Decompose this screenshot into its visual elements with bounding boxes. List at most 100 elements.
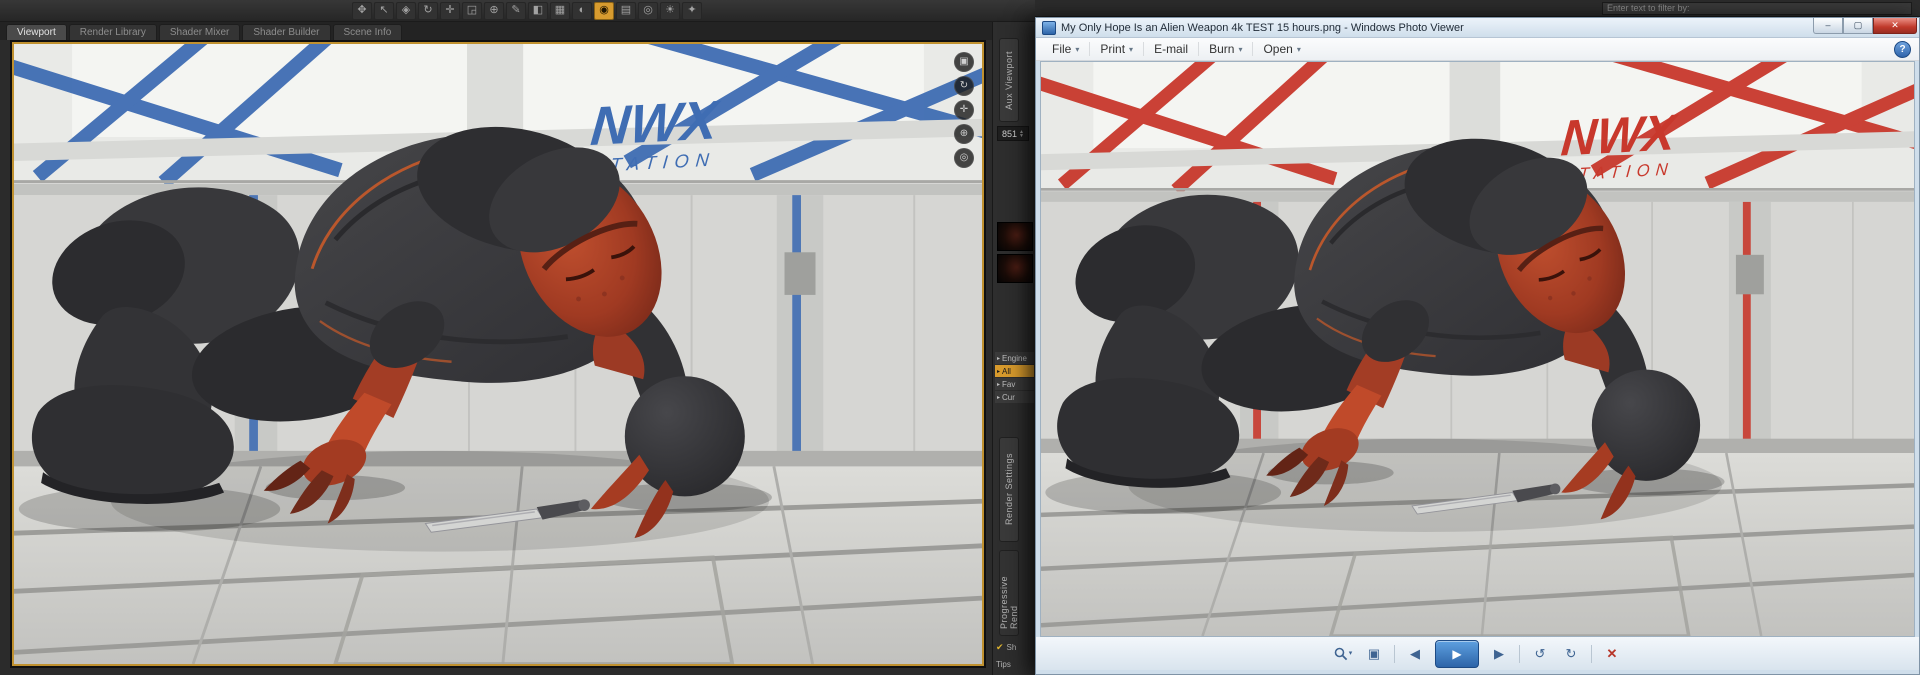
main-viewport: ▣ ↻ ✛ ⊕ ◎ bbox=[10, 40, 986, 668]
spinner-arrows-icon[interactable]: ▲ ▼ bbox=[1019, 129, 1024, 138]
chevron-down-icon: ▾ bbox=[1238, 44, 1243, 54]
list-item-cur[interactable]: ▸ Cur bbox=[995, 391, 1034, 403]
frame-value: 851 bbox=[1002, 128, 1018, 139]
studio-toolbar: ✥ ↖ ◈ ↻ ✛ ◲ ⊕ ✎ ◧ ▦ ◐ ◉ ▤ ◎ ☀ ✦ bbox=[0, 0, 1035, 22]
menu-open[interactable]: Open ▾ bbox=[1255, 40, 1308, 58]
list-item-fav[interactable]: ▸ Fav bbox=[995, 378, 1034, 390]
light-tool-icon[interactable]: ☀ bbox=[660, 1, 680, 20]
frame-view-control-icon[interactable]: ◎ bbox=[954, 148, 974, 168]
settings-button-icon[interactable]: ✦ bbox=[682, 1, 702, 20]
close-button[interactable]: ✕ bbox=[1873, 18, 1917, 34]
actual-size-button[interactable]: ▣ bbox=[1363, 643, 1385, 665]
orbit-view-control-icon[interactable]: ↻ bbox=[954, 76, 974, 96]
zoom-button[interactable]: ▾ bbox=[1332, 643, 1354, 665]
scene-navigator-tool-icon[interactable]: ✥ bbox=[352, 1, 372, 20]
content-pane-filter-bar bbox=[1035, 0, 1920, 17]
aux-render-thumbnail[interactable] bbox=[997, 222, 1033, 251]
tab-viewport[interactable]: Viewport bbox=[6, 24, 67, 40]
photo-viewer-controls: ▾ ▣ ◀ ▶ ▶ ↺ ↻ ✕ bbox=[1036, 637, 1919, 670]
aux-viewport-tab[interactable]: Aux Viewport bbox=[999, 38, 1019, 122]
aux-thumbnail-image bbox=[998, 223, 1032, 250]
menu-print[interactable]: Print ▾ bbox=[1092, 40, 1141, 58]
caret-icon: ▸ bbox=[997, 394, 1001, 401]
menu-email-label: E-mail bbox=[1154, 42, 1189, 56]
cube-view-control-icon[interactable]: ▣ bbox=[954, 52, 974, 72]
aux-thumbnail-image bbox=[998, 255, 1032, 282]
previous-button[interactable]: ◀ bbox=[1404, 643, 1426, 665]
surface-selection-tool-icon[interactable]: ◧ bbox=[528, 1, 548, 20]
menu-separator bbox=[1198, 42, 1200, 56]
render-settings-tab-label: Render Settings bbox=[1004, 453, 1014, 526]
region-editor-tool-icon[interactable]: ▦ bbox=[550, 1, 570, 20]
chevron-down-icon: ▾ bbox=[1129, 44, 1134, 54]
filter-input[interactable] bbox=[1602, 1, 1912, 15]
maximize-button[interactable]: ▢ bbox=[1843, 18, 1873, 34]
menu-separator bbox=[1252, 42, 1254, 56]
list-item-label: Fav bbox=[1002, 379, 1016, 389]
tab-shader-builder[interactable]: Shader Builder bbox=[242, 24, 331, 40]
menu-burn[interactable]: Burn ▾ bbox=[1201, 40, 1250, 58]
control-separator bbox=[1591, 644, 1592, 663]
camera-tool-icon[interactable]: ◎ bbox=[638, 1, 658, 20]
photo-viewer-app-icon bbox=[1042, 20, 1056, 35]
translate-tool-icon[interactable]: ✛ bbox=[440, 1, 460, 20]
menu-file[interactable]: File ▾ bbox=[1044, 40, 1087, 58]
progressive-render-tab[interactable]: Progressive Rend bbox=[999, 550, 1019, 636]
geometry-selection-tool-icon[interactable]: ◈ bbox=[396, 1, 416, 20]
help-button[interactable]: ? bbox=[1894, 40, 1911, 58]
scale-tool-icon[interactable]: ◲ bbox=[462, 1, 482, 20]
minimize-button[interactable]: – bbox=[1813, 18, 1843, 34]
render-aspect-frame: ▣ ↻ ✛ ⊕ ◎ bbox=[12, 42, 984, 666]
progressive-render-tab-label: Progressive Rend bbox=[999, 575, 1019, 629]
desktop: ✥ ↖ ◈ ↻ ✛ ◲ ⊕ ✎ ◧ ▦ ◐ ◉ ▤ ◎ ☀ ✦ Viewport… bbox=[0, 0, 1920, 675]
aux-viewport-tab-label: Aux Viewport bbox=[1004, 50, 1014, 110]
slideshow-button[interactable]: ▶ bbox=[1435, 639, 1479, 668]
window-title: My Only Hope Is an Alien Weapon 4k TEST … bbox=[1061, 21, 1464, 34]
menu-file-label: File bbox=[1052, 42, 1072, 56]
tab-scene-info[interactable]: Scene Info bbox=[332, 24, 403, 40]
list-item-label: Cur bbox=[1002, 392, 1015, 402]
universal-manipulator-tool-icon[interactable]: ⊕ bbox=[484, 1, 504, 20]
list-item-all[interactable]: ▸ All bbox=[995, 365, 1034, 377]
frame-value-spinner[interactable]: 851 ▲ ▼ bbox=[997, 126, 1029, 141]
tips-button[interactable]: Tips bbox=[996, 660, 1011, 669]
rotate-ccw-button[interactable]: ↺ bbox=[1529, 643, 1551, 665]
viewport-tab-bar: Viewport Render Library Shader Mixer Sha… bbox=[0, 22, 1035, 40]
render-settings-tab[interactable]: Render Settings bbox=[999, 437, 1019, 542]
control-separator bbox=[1394, 644, 1395, 663]
menu-separator bbox=[1143, 42, 1145, 56]
node-selection-tool-icon[interactable]: ↖ bbox=[374, 1, 394, 20]
tab-render-library[interactable]: Render Library bbox=[68, 24, 157, 40]
photo-scene bbox=[1041, 62, 1914, 636]
menu-separator bbox=[1089, 42, 1091, 56]
tips-label: Tips bbox=[996, 660, 1011, 669]
zoom-view-control-icon[interactable]: ⊕ bbox=[954, 124, 974, 144]
aux-render-thumbnail[interactable] bbox=[997, 254, 1033, 283]
rotate-cw-button[interactable]: ↻ bbox=[1560, 643, 1582, 665]
delete-button[interactable]: ✕ bbox=[1601, 643, 1623, 665]
aux-viewport-button-icon[interactable]: ▤ bbox=[616, 1, 636, 20]
rotate-tool-icon[interactable]: ↻ bbox=[418, 1, 438, 20]
caption-buttons: – ▢ ✕ bbox=[1813, 18, 1917, 34]
caret-icon: ▸ bbox=[997, 381, 1001, 388]
chevron-down-icon: ▾ bbox=[1296, 44, 1301, 54]
show-toggle[interactable]: ✔ Sh bbox=[996, 642, 1016, 653]
magnifier-icon bbox=[1334, 647, 1347, 660]
list-item-engine[interactable]: ▸ Engine bbox=[995, 352, 1034, 364]
photo-display-area bbox=[1040, 61, 1915, 637]
pan-view-control-icon[interactable]: ✛ bbox=[954, 100, 974, 120]
tab-shader-mixer[interactable]: Shader Mixer bbox=[158, 24, 241, 40]
photo-viewer-titlebar[interactable]: My Only Hope Is an Alien Weapon 4k TEST … bbox=[1036, 18, 1919, 38]
next-button[interactable]: ▶ bbox=[1488, 643, 1510, 665]
posing-tool-icon[interactable]: ✎ bbox=[506, 1, 526, 20]
menu-burn-label: Burn bbox=[1209, 42, 1235, 56]
menu-open-label: Open bbox=[1263, 42, 1293, 56]
docked-panel-strip: Aux Viewport 851 ▲ ▼ ▸ Engine ▸ All ▸ Fav ▸ C… bbox=[992, 22, 1035, 675]
photo-viewer-window: My Only Hope Is an Alien Weapon 4k TEST … bbox=[1035, 17, 1920, 675]
menu-email[interactable]: E-mail bbox=[1146, 40, 1196, 58]
viewport-scene[interactable] bbox=[14, 44, 982, 664]
spot-render-tool-icon[interactable]: ◐ bbox=[572, 1, 592, 20]
render-button-icon[interactable]: ◉ bbox=[594, 1, 614, 20]
chevron-down-icon: ▾ bbox=[1348, 650, 1353, 657]
caret-icon: ▸ bbox=[997, 368, 1001, 375]
